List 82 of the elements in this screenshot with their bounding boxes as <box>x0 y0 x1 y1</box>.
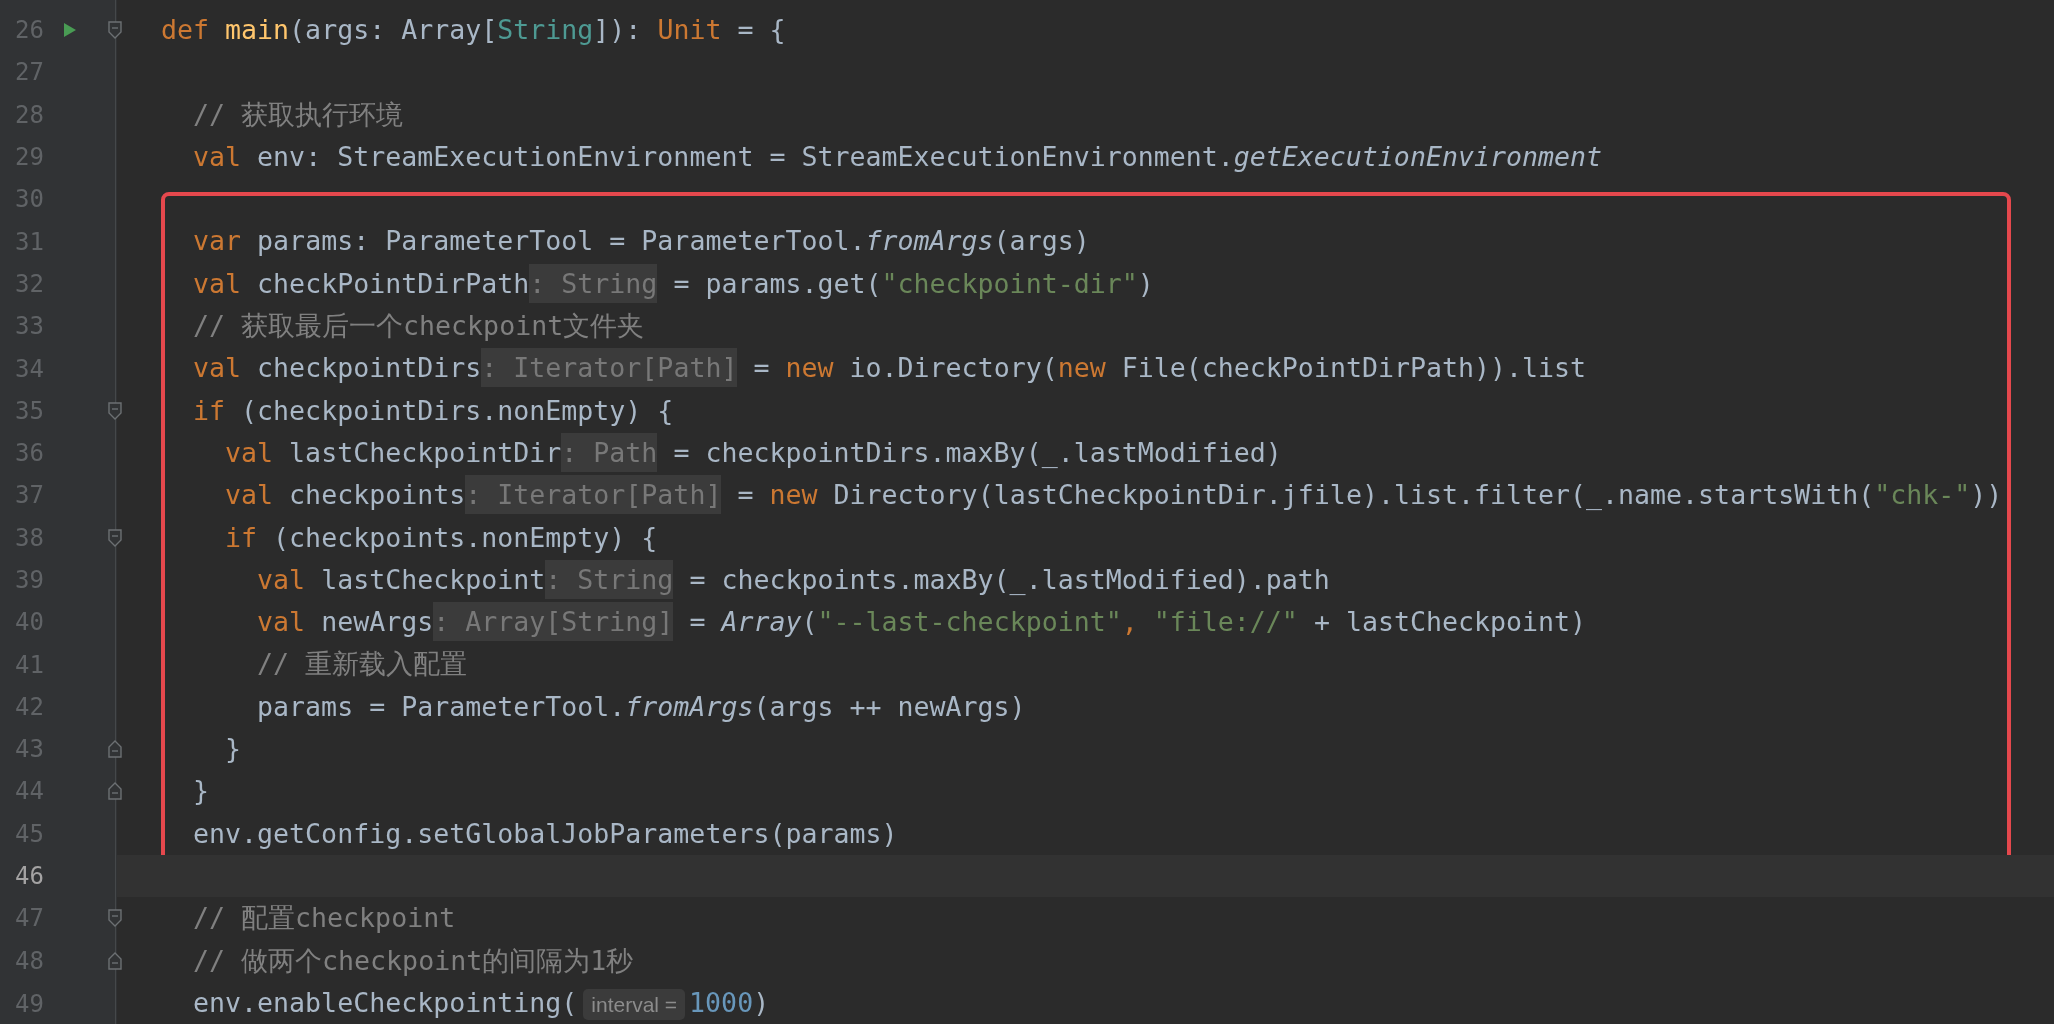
code-text: fromArgs <box>625 690 754 722</box>
code-comment: // 做两个checkpoint的间隔为1秒 <box>193 944 634 976</box>
code-text: val <box>193 267 242 299</box>
code-text: fromArgs <box>865 225 994 257</box>
code-text: checkpointDirs <box>257 352 482 384</box>
code-text: checkpoints <box>289 479 466 511</box>
type-hint: : Path <box>561 432 658 472</box>
code-comment: // 重新载入配置 <box>257 648 468 680</box>
code-text: lastCheckpoint <box>321 563 546 595</box>
code-text: (checkpointDirs.nonEmpty) { <box>241 394 674 426</box>
code-text: if <box>225 521 258 553</box>
code-text: main <box>225 14 290 45</box>
code-text: env.getConfig.setGlobalJobParameters(params) <box>193 817 898 849</box>
fold-icon[interactable] <box>108 782 122 801</box>
code-text: = <box>689 606 706 638</box>
code-text: getExecutionEnvironment <box>1233 140 1602 172</box>
type-hint: : Iterator[Path] <box>465 475 722 515</box>
code-text: def <box>161 14 210 45</box>
type-hint: : Iterator[Path] <box>481 348 738 388</box>
parameter-hint: interval = <box>583 988 686 1020</box>
type-hint: : String <box>529 263 658 303</box>
code-text: env.enableCheckpointing( <box>193 986 578 1018</box>
code-text: val <box>225 479 274 511</box>
code-text: (checkpoints.nonEmpty) { <box>273 521 658 553</box>
code-text: , <box>1121 606 1138 638</box>
fold-icon[interactable] <box>108 909 122 928</box>
fold-icon[interactable] <box>108 740 122 759</box>
code-text: ) <box>753 986 770 1018</box>
code-text: } <box>225 733 242 765</box>
code-text: params: ParameterTool = ParameterTool. <box>257 225 866 257</box>
fold-icon[interactable] <box>108 21 122 40</box>
code-text: "checkpoint-dir" <box>881 267 1138 299</box>
code-text: "--last-checkpoint" <box>817 606 1122 638</box>
code-text: checkPointDirPath <box>257 267 530 299</box>
code-text: val <box>225 436 274 468</box>
fold-icon[interactable] <box>108 528 122 547</box>
code-text: "chk-" <box>1874 479 1971 511</box>
code-text: val <box>193 140 242 172</box>
code-text: new <box>785 352 834 384</box>
code-text: (args ++ newArgs) <box>753 690 1026 722</box>
code-text: File(checkPointDirPath)).list <box>1121 352 1587 384</box>
code-text: "file://" <box>1153 606 1298 638</box>
fold-icon[interactable] <box>108 951 122 970</box>
run-icon[interactable] <box>63 22 77 39</box>
code-text: } <box>193 775 210 807</box>
code-text: ) <box>1137 267 1154 299</box>
code-text: String <box>497 14 594 45</box>
code-text: ( <box>801 606 818 638</box>
code-text: 1000 <box>689 986 754 1018</box>
code-text: = checkpoints.maxBy(_.lastModified).path <box>689 563 1330 595</box>
code-text: = { <box>737 14 786 45</box>
code-text: val <box>257 606 306 638</box>
code-text: lastCheckpointDir <box>289 436 562 468</box>
code-text: new <box>769 479 818 511</box>
code-text: val <box>257 563 306 595</box>
code-text: Unit <box>657 14 722 45</box>
type-hint: : String <box>545 559 674 599</box>
code-text: ]): <box>593 14 642 45</box>
code-comment: // 获取执行环境 <box>193 98 404 130</box>
code-text: params = ParameterTool. <box>257 690 626 722</box>
code-text: )) <box>1970 479 2003 511</box>
code-text: Directory(lastCheckpointDir.jfile).list.filter(_.name.startsWith( <box>833 479 1875 511</box>
line-number: 46 <box>15 862 44 891</box>
code-text: new <box>1057 352 1106 384</box>
code-text: = params.get( <box>673 267 882 299</box>
type-hint: : Array[String] <box>433 602 674 642</box>
code-text: newArgs <box>321 606 434 638</box>
code-text: = <box>737 479 754 511</box>
code-comment: // 配置checkpoint <box>193 902 456 934</box>
code-text: io.Directory( <box>849 352 1058 384</box>
code-text: env: StreamExecutionEnvironment = StreamExecutionEnvironment. <box>257 140 1234 172</box>
code-text: var <box>193 225 242 257</box>
code-text: + lastCheckpoint) <box>1313 606 1587 638</box>
code-comment: // 获取最后一个checkpoint文件夹 <box>193 310 645 342</box>
code-text: (args: Array[ <box>289 14 498 45</box>
fold-icon[interactable] <box>108 401 122 420</box>
code-text: if <box>193 394 226 426</box>
code-text: = checkpointDirs.maxBy(_.lastModified) <box>673 436 1282 468</box>
code-text: (args) <box>993 225 1090 257</box>
code-text: = <box>753 352 770 384</box>
code-text: Array <box>721 606 802 638</box>
code-text: val <box>193 352 242 384</box>
